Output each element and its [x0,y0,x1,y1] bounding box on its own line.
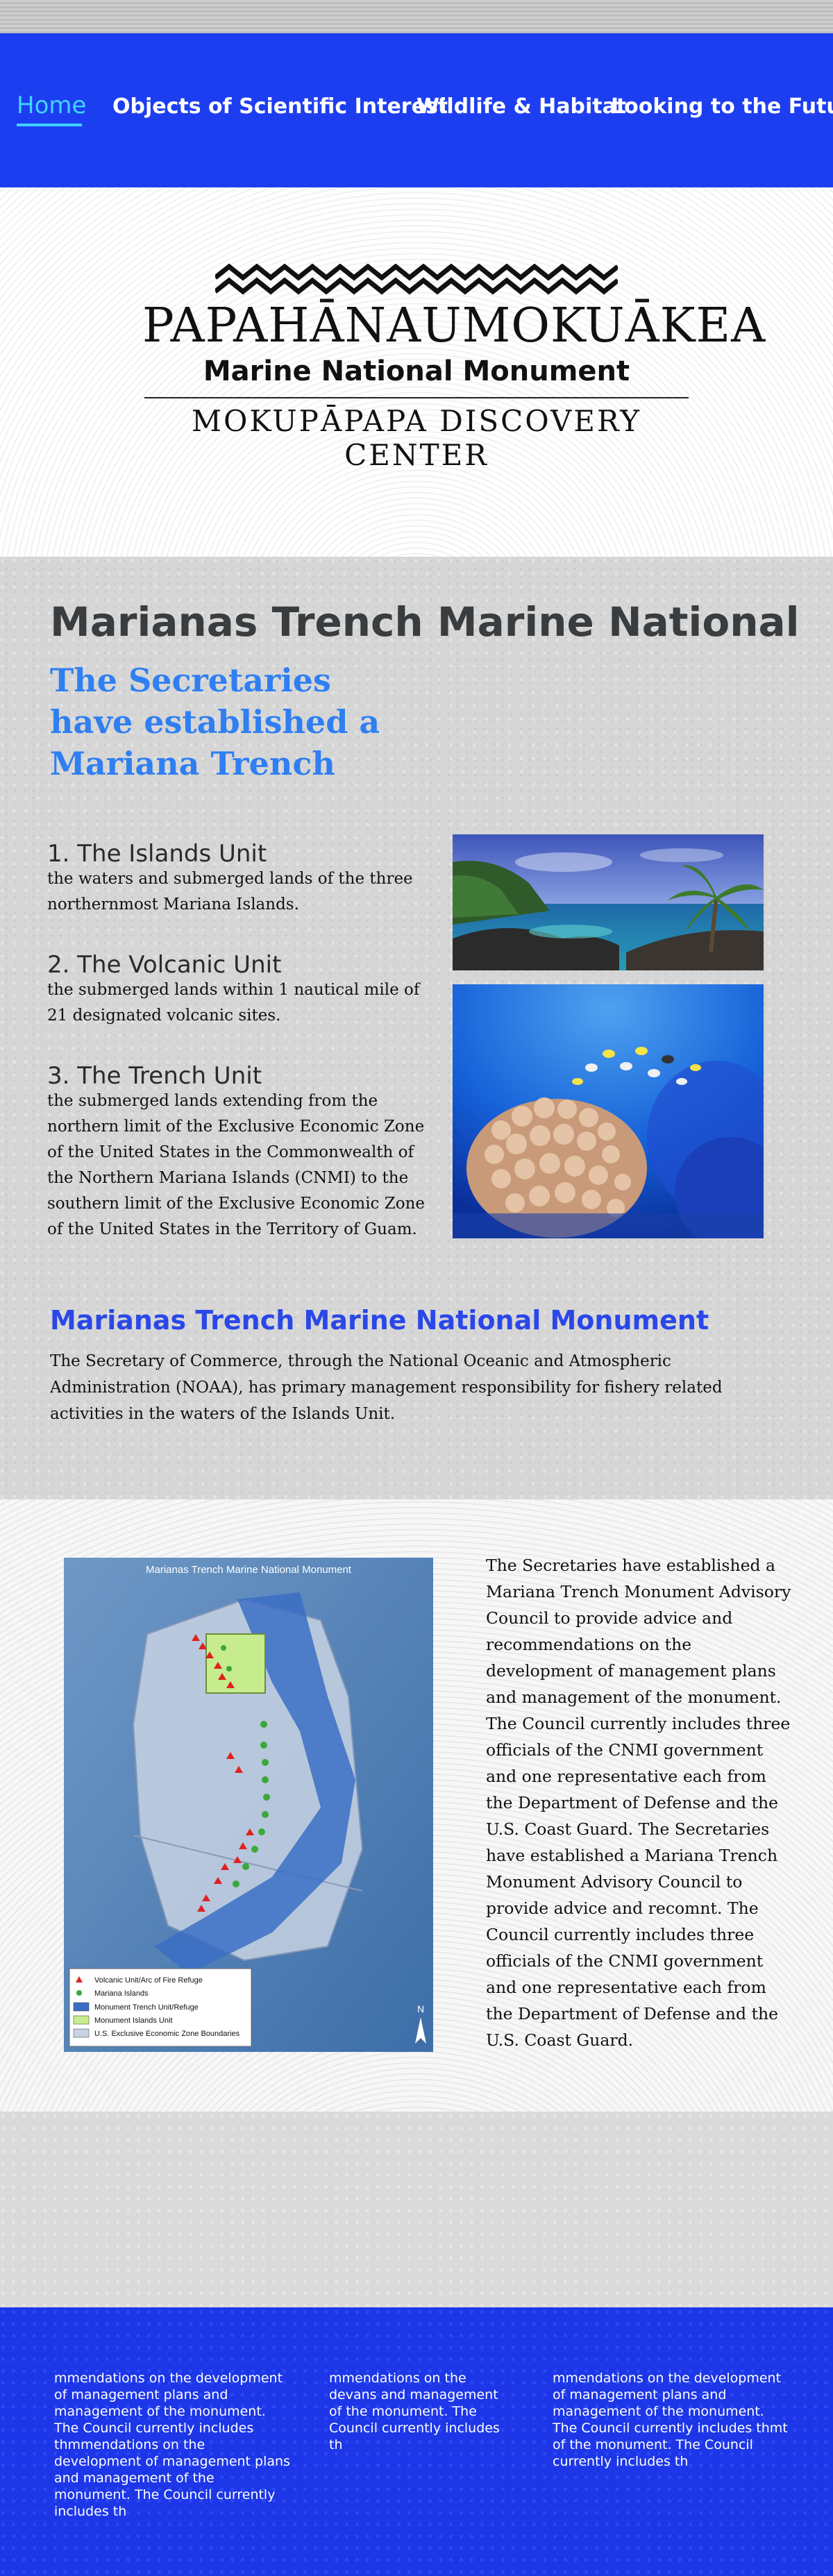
footer-column: mmendations on the development of manage… [553,2371,788,2469]
logo-center-name: MOKUPĀPAPA DISCOVERY CENTER [191,404,642,472]
footer: mmendations on the development of manage… [0,2307,833,2576]
unit-text: the waters and submerged lands of the th… [47,870,413,914]
legend-label: U.S. Exclusive Economic Zone Boundaries [94,2030,240,2038]
spacer-section [0,2112,833,2307]
swatch-icon [73,2028,90,2038]
noaa-paragraph: The Secretary of Commerce, through the N… [50,1352,723,1423]
logo-title: PAPAHĀNAUMOKUĀKEA [142,298,766,353]
unit-text: the submerged lands within 1 nautical mi… [47,981,420,1025]
unit-title: 1. The Islands Unit [47,840,267,868]
nav-active-indicator [17,124,82,126]
nav-wildlife-habitat[interactable]: Wildlife & Habitat [416,94,626,119]
nav-home[interactable]: Home [17,92,86,119]
legend-label: Volcanic Unit/Arc of Fire Refuge [94,1976,203,1985]
north-label: N [417,2003,424,2014]
monument-subheading: Marianas Trench Marine National Monument [50,1305,709,1336]
coastline-photo [453,834,764,970]
logo-divider [144,397,689,398]
intro-section: Marianas Trench Marine National The Secr… [0,557,833,1499]
logo-header: PAPAHĀNAUMOKUĀKEA Marine National Monume… [0,187,833,557]
swatch-icon [73,2002,90,2012]
monument-map: Marianas Trench Marine National Monument… [64,1558,433,2052]
nav-looking-to-the-future[interactable]: Looking to the Future [611,94,833,119]
nav-objects-of-scientific-interest[interactable]: Objects of Scientific Interest [112,94,448,119]
unit-title: 2. The Volcanic Unit [47,951,282,979]
unit-text: the submerged lands extending from the n… [47,1092,426,1238]
page-title: Marianas Trench Marine National [50,598,800,646]
footer-column: mmendations on the devans and management… [329,2371,500,2452]
legend-label: Mariana Islands [94,1989,149,1998]
zigzag-logo-icon [215,264,618,295]
unit-title: 3. The Trench Unit [47,1062,262,1090]
main-nav: Home Objects of Scientific Interest Wild… [0,33,833,187]
logo-subtitle: Marine National Monument [203,355,630,387]
intro-heading: The Secretaries have established a Maria… [50,662,380,782]
map-title: Marianas Trench Marine National Monument [146,1564,352,1576]
top-strip [0,0,833,33]
legend-label: Monument Trench Unit/Refuge [94,2003,199,2012]
swatch-icon [73,2015,90,2025]
advisory-section: Marianas Trench Marine National Monument… [0,1499,833,2112]
circle-icon [76,1990,82,1996]
advisory-text: The Secretaries have established a Maria… [486,1556,791,2050]
footer-column: mmendations on the development of manage… [54,2371,290,2519]
coral-reef-photo [453,984,764,1238]
legend-label: Monument Islands Unit [94,2017,173,2025]
